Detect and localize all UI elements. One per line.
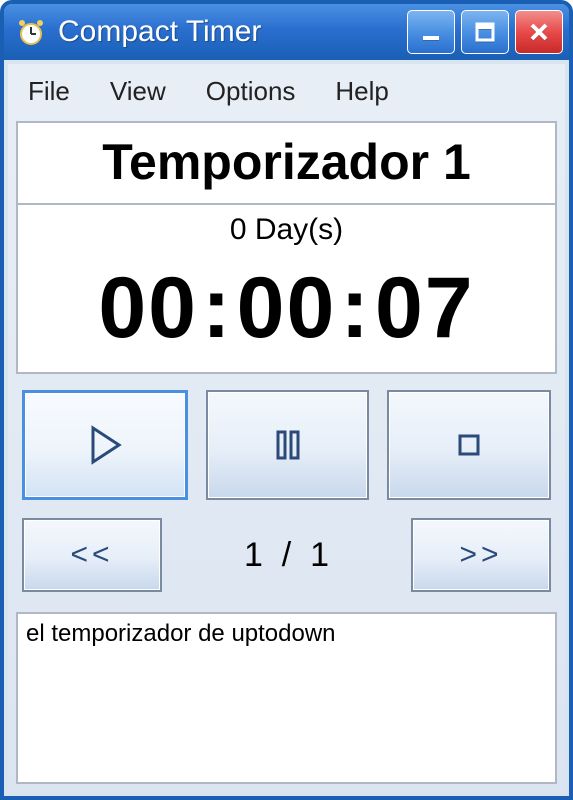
maximize-icon bbox=[474, 21, 496, 43]
nav-row: << 1 / 1 >> bbox=[16, 510, 557, 606]
menu-help[interactable]: Help bbox=[335, 76, 388, 107]
window-controls bbox=[407, 10, 563, 54]
page-total: 1 bbox=[310, 536, 329, 574]
prev-button[interactable]: << bbox=[22, 518, 162, 592]
page-current: 1 bbox=[244, 536, 263, 574]
menu-options[interactable]: Options bbox=[206, 76, 296, 107]
stop-icon bbox=[449, 422, 489, 468]
window-frame: Compact Timer File bbox=[0, 0, 573, 800]
timer-name-label: Temporizador 1 bbox=[18, 123, 555, 203]
time-display: 00:00:07 bbox=[18, 253, 555, 372]
minimize-icon bbox=[420, 21, 442, 43]
close-button[interactable] bbox=[515, 10, 563, 54]
titlebar[interactable]: Compact Timer bbox=[4, 4, 569, 60]
control-buttons bbox=[16, 374, 557, 510]
play-button[interactable] bbox=[22, 390, 188, 500]
menu-view[interactable]: View bbox=[110, 76, 166, 107]
time-hours: 00 bbox=[98, 260, 198, 356]
time-minutes: 00 bbox=[237, 260, 337, 356]
next-button[interactable]: >> bbox=[411, 518, 551, 592]
description-text: el temporizador de uptodown bbox=[16, 612, 557, 784]
window-title: Compact Timer bbox=[58, 15, 407, 49]
menu-file[interactable]: File bbox=[28, 76, 70, 107]
days-label: 0 Day(s) bbox=[18, 205, 555, 253]
maximize-button[interactable] bbox=[461, 10, 509, 54]
pause-button[interactable] bbox=[206, 390, 370, 500]
pause-icon bbox=[268, 422, 308, 468]
stop-button[interactable] bbox=[387, 390, 551, 500]
close-icon bbox=[528, 21, 550, 43]
menubar: File View Options Help bbox=[16, 68, 557, 121]
minimize-button[interactable] bbox=[407, 10, 455, 54]
timer-panel: Temporizador 1 0 Day(s) 00:00:07 bbox=[16, 121, 557, 374]
time-seconds: 07 bbox=[375, 260, 475, 356]
app-clock-icon bbox=[14, 15, 48, 49]
play-icon bbox=[85, 422, 125, 468]
client-area: File View Options Help Temporizador 1 0 … bbox=[4, 60, 569, 796]
page-counter: 1 / 1 bbox=[176, 536, 397, 575]
page-sep: / bbox=[282, 536, 291, 574]
